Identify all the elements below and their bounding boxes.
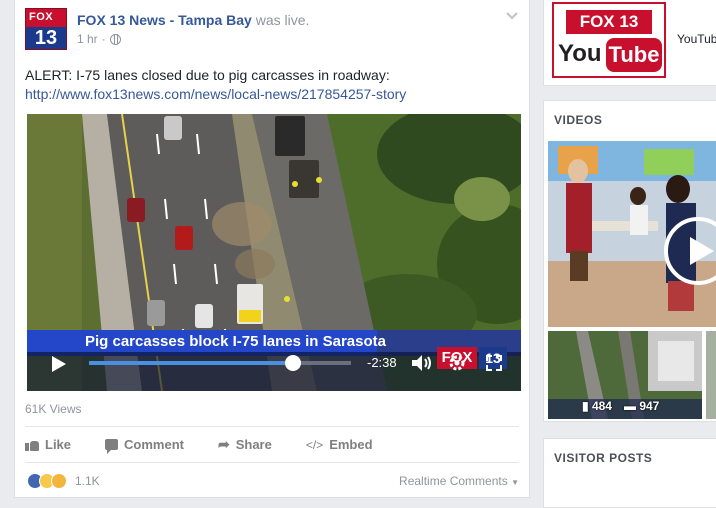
globe-icon[interactable]: [109, 33, 121, 45]
comment-small-icon: ▬: [623, 399, 636, 413]
reaction-summary[interactable]: 1.1K: [27, 473, 100, 489]
divider-top: [25, 426, 519, 427]
sad-reaction-icon: [51, 473, 67, 489]
yt-logo-tube: Tube: [606, 38, 662, 72]
post-header: FOX 13 FOX 13 News - Tampa Bay was live.…: [25, 8, 519, 54]
video-time-remaining: -2:38: [367, 355, 397, 370]
post-message: ALERT: I-75 lanes closed due to pig carc…: [25, 67, 390, 83]
video-thumbnail-second[interactable]: ▮ 484 ▬ 947: [548, 331, 702, 419]
thumb-likes-count: 484: [591, 399, 612, 413]
video-player[interactable]: Pig carcasses block I-75 lanes in Saraso…: [27, 114, 521, 391]
post-story-link[interactable]: http://www.fox13news.com/news/local-news…: [25, 85, 515, 104]
left-gutter: [0, 0, 8, 498]
comment-icon: [105, 439, 119, 454]
realtime-comments-toggle[interactable]: Realtime Comments ▼: [399, 474, 519, 488]
youtube-promo[interactable]: FOX 13 You Tube YouTub: [543, 0, 716, 86]
share-label: Share: [235, 437, 272, 452]
post-timestamp[interactable]: 1 hr: [77, 32, 98, 46]
visitor-posts-heading[interactable]: VISITOR POSTS: [554, 451, 652, 465]
avatar-logo-13: 13: [26, 27, 66, 49]
volume-icon[interactable]: [411, 354, 433, 372]
post-status-suffix: was live.: [255, 12, 310, 28]
comment-button[interactable]: Comment: [105, 436, 184, 454]
reaction-count: 1.1K: [75, 474, 100, 488]
thumb-comments-count: 947: [639, 399, 660, 413]
embed-button[interactable]: </> Embed: [306, 436, 373, 453]
chevron-down-icon[interactable]: [505, 10, 519, 24]
separator-dot: ·: [101, 32, 106, 46]
comment-label: Comment: [124, 437, 184, 452]
video-progress-track[interactable]: [89, 355, 351, 371]
thumbs-up-small-icon: ▮: [582, 399, 589, 413]
settings-gear-icon[interactable]: [448, 354, 466, 372]
thumbs-up-icon: [25, 438, 39, 451]
video-thumbnail-main[interactable]: [548, 141, 716, 327]
classroom-thumbnail: [548, 141, 716, 327]
thumbnail-stats: ▮ 484 ▬ 947: [582, 399, 659, 413]
feed-post: FOX 13 FOX 13 News - Tampa Bay was live.…: [14, 0, 530, 498]
video-lower-third: Pig carcasses block I-75 lanes in Saraso…: [85, 333, 386, 350]
divider-bottom: [25, 462, 519, 463]
post-title-line: FOX 13 News - Tampa Bay was live.: [77, 12, 309, 28]
fox13-youtube-logo: FOX 13 You Tube: [552, 2, 666, 78]
post-body: ALERT: I-75 lanes closed due to pig carc…: [25, 66, 515, 104]
yt-logo-you: You: [558, 40, 602, 67]
play-icon: [52, 356, 66, 372]
videos-module: VIDEOS ▮ 484 ▬ 947: [543, 100, 716, 422]
videos-heading[interactable]: VIDEOS: [554, 113, 602, 127]
avatar-logo-fox: FOX: [29, 11, 54, 23]
embed-icon: </>: [305, 437, 324, 452]
video-progress-fill: [89, 361, 294, 365]
share-icon: ➦: [217, 436, 230, 452]
thumb-comments: ▬ 947: [624, 399, 659, 413]
youtube-label[interactable]: YouTub: [677, 32, 716, 46]
like-label: Like: [45, 437, 72, 452]
play-button[interactable]: [51, 355, 67, 373]
view-count[interactable]: 61K Views: [25, 402, 81, 416]
embed-label: Embed: [329, 437, 373, 452]
post-actions: Like Comment ➦ Share </> Embed: [25, 436, 407, 454]
like-button[interactable]: Like: [25, 436, 71, 453]
fullscreen-icon[interactable]: [485, 354, 503, 372]
realtime-comments-label: Realtime Comments: [399, 474, 508, 488]
thumb-likes: ▮ 484: [582, 399, 612, 413]
share-button[interactable]: ➦ Share: [218, 436, 272, 453]
yt-logo-fox13: FOX 13: [566, 10, 652, 34]
caret-down-icon: ▼: [511, 478, 519, 487]
post-meta: 1 hr ·: [77, 32, 121, 46]
video-thumbnail-third[interactable]: [706, 331, 716, 419]
page-name-link[interactable]: FOX 13 News - Tampa Bay: [77, 12, 252, 28]
page-avatar[interactable]: FOX 13: [25, 8, 67, 50]
